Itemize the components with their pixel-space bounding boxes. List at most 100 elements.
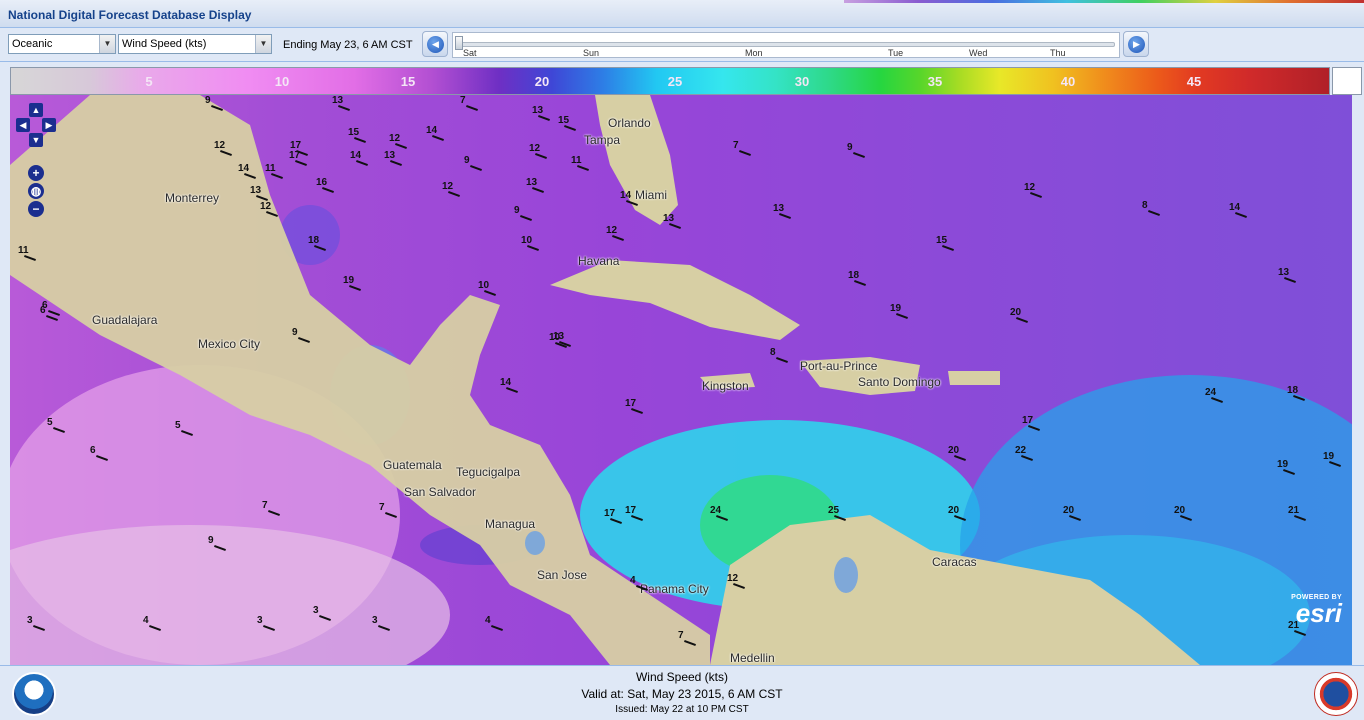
- legend-tick: 45: [1186, 74, 1202, 89]
- title-bar: National Digital Forecast Database Displ…: [0, 0, 1364, 28]
- wind-speed-label: 17: [625, 505, 637, 516]
- wind-speed-label: 9: [847, 142, 853, 153]
- wind-speed-label: 20: [1063, 505, 1075, 516]
- legend-tick: 25: [667, 74, 683, 89]
- pan-right-icon[interactable]: ▶: [42, 118, 56, 132]
- wind-speed-label: 7: [379, 502, 385, 513]
- wind-speed-label: 14: [350, 150, 362, 161]
- wind-speed-label: 25: [828, 505, 840, 516]
- step-forward-button[interactable]: ▶: [1123, 31, 1149, 57]
- city-label: Medellin: [730, 651, 775, 665]
- wind-speed-label: 14: [426, 125, 438, 136]
- esri-logo: POWERED BY esri: [1291, 594, 1342, 628]
- wind-speed-label: 16: [316, 177, 328, 188]
- pan-down-icon[interactable]: ▼: [29, 133, 43, 147]
- city-label: Managua: [485, 517, 536, 531]
- element-select[interactable]: Wind Speed (kts) ▼: [118, 34, 272, 54]
- city-label: San Salvador: [404, 485, 477, 499]
- wind-speed-label: 12: [260, 201, 272, 212]
- wind-speed-label: 13: [384, 150, 396, 161]
- wind-speed-label: 13: [663, 213, 675, 224]
- wind-speed-label: 14: [1229, 202, 1241, 213]
- wind-speed-label: 20: [1174, 505, 1186, 516]
- time-slider-thumb[interactable]: [455, 36, 463, 50]
- wind-speed-label: 13: [250, 185, 262, 196]
- wind-speed-label: 11: [571, 155, 582, 166]
- ending-time-label: Ending May 23, 6 AM CST: [283, 39, 413, 51]
- zoom-in-icon[interactable]: +: [28, 165, 44, 181]
- city-label: Port-au-Prince: [800, 359, 878, 373]
- wind-speed-label: 3: [372, 615, 378, 626]
- color-legend: 5 10 15 20 25 30 35 40 45: [10, 67, 1362, 95]
- legend-tick: 15: [400, 74, 416, 89]
- wind-speed-label: 22: [1015, 445, 1027, 456]
- timeline-day-label: Mon: [745, 48, 763, 58]
- wind-speed-label: 9: [205, 95, 211, 106]
- time-slider[interactable]: Sat Sun Mon Tue Wed Thu: [452, 32, 1120, 58]
- city-label: Guatemala: [383, 458, 442, 472]
- pan-left-icon[interactable]: ◀: [16, 118, 30, 132]
- forecast-map[interactable]: Monterrey Guadalajara Mexico City Havana…: [10, 95, 1352, 665]
- sector-select[interactable]: Oceanic ▼: [8, 34, 116, 54]
- wind-speed-label: 12: [727, 573, 739, 584]
- wind-speed-label: 18: [848, 270, 860, 281]
- city-label: Mexico City: [198, 337, 261, 351]
- wind-speed-label: 7: [262, 500, 268, 511]
- legend-tick: 5: [145, 74, 153, 89]
- wind-speed-label: 13: [773, 203, 785, 214]
- wind-speed-label: 18: [308, 235, 320, 246]
- wind-speed-label: 14: [500, 377, 512, 388]
- wind-speed-label: 12: [529, 143, 541, 154]
- wind-speed-label: 13: [526, 177, 538, 188]
- timeline-day-label: Wed: [969, 48, 988, 58]
- timeline-day-label: Sat: [463, 48, 477, 58]
- city-label: Miami: [635, 188, 667, 202]
- wind-speed-label: 7: [460, 95, 466, 106]
- title-color-strip: [844, 0, 1364, 3]
- wind-speed-label: 12: [442, 181, 454, 192]
- nws-logo: [1314, 672, 1358, 716]
- legend-tick: 10: [274, 74, 290, 89]
- wind-speed-label: 9: [514, 205, 520, 216]
- wind-speed-label: 21: [1288, 505, 1300, 516]
- wind-speed-label: 19: [343, 275, 355, 286]
- wind-speed-label: 9: [208, 535, 214, 546]
- wind-speed-label: 20: [1010, 307, 1022, 318]
- wind-speed-label: 4: [143, 615, 149, 626]
- chevron-down-icon[interactable]: ▼: [255, 35, 271, 53]
- wind-speed-label: 11: [18, 245, 29, 256]
- wind-speed-label: 13: [532, 105, 544, 116]
- wind-speed-label: 7: [678, 630, 684, 641]
- zoom-out-icon[interactable]: −: [28, 201, 44, 217]
- city-label: Havana: [578, 254, 620, 268]
- esri-brand-text: esri: [1295, 598, 1342, 628]
- time-slider-track[interactable]: [457, 42, 1115, 47]
- wind-speed-label: 12: [214, 140, 226, 151]
- map-layers: [10, 95, 1352, 665]
- wind-speed-label: 13: [332, 95, 344, 106]
- pan-up-icon[interactable]: ▲: [29, 103, 43, 117]
- timeline-day-label: Tue: [888, 48, 904, 58]
- wind-speed-label: 4: [630, 575, 636, 586]
- wind-speed-label: 17: [625, 398, 637, 409]
- wind-speed-label: 8: [770, 347, 776, 358]
- wind-speed-label: 3: [27, 615, 33, 626]
- wind-speed-label: 8: [1142, 200, 1148, 211]
- map-navigation-control: ▲ ◀ ▶ ▼ + ◍ −: [16, 103, 56, 223]
- timeline-day-label: Thu: [1050, 48, 1066, 58]
- wind-speed-label: 5: [47, 417, 53, 428]
- wind-speed-label: 18: [1287, 385, 1299, 396]
- chevron-down-icon[interactable]: ▼: [99, 35, 115, 53]
- wind-speed-label: 19: [1277, 459, 1289, 470]
- globe-icon[interactable]: ◍: [28, 183, 44, 199]
- wind-speed-label: 24: [710, 505, 722, 516]
- wind-speed-label: 17: [1022, 415, 1034, 426]
- wind-speed-label: 14: [238, 163, 250, 174]
- legend-tick: 20: [534, 74, 550, 89]
- city-label: Kingston: [702, 379, 749, 393]
- legend-tick: 40: [1060, 74, 1076, 89]
- footer-element-name: Wind Speed (kts): [635, 670, 729, 684]
- legend-tick: 35: [927, 74, 943, 89]
- wind-speed-label: 19: [890, 303, 902, 314]
- step-back-button[interactable]: ◀: [422, 31, 448, 57]
